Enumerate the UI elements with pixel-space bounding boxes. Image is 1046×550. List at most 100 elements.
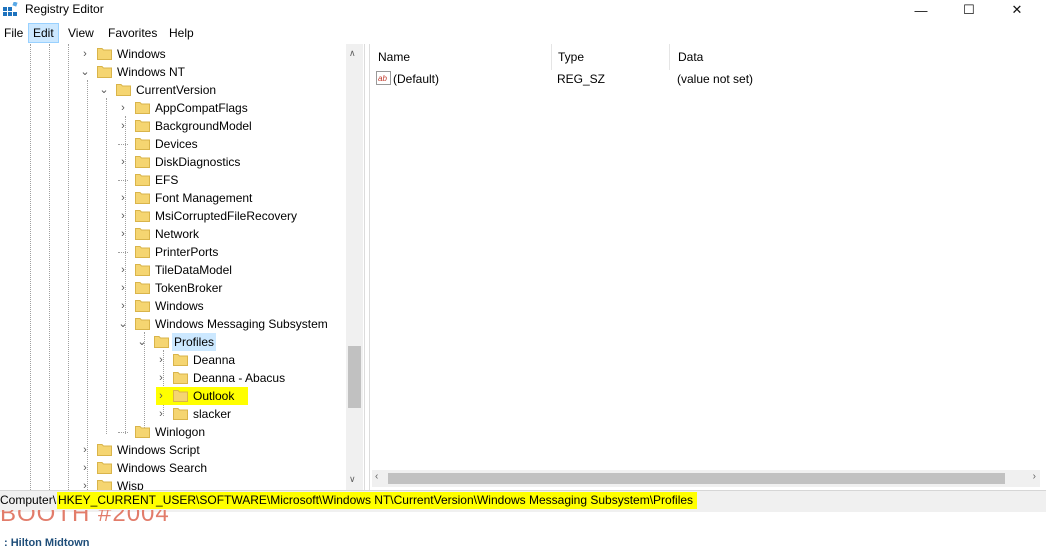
tree-item-label: Devices <box>155 137 198 151</box>
column-header-name[interactable]: Name <box>370 44 552 70</box>
tree-item[interactable]: › Windows <box>118 297 346 315</box>
scroll-up-icon[interactable]: ∧ <box>349 48 356 59</box>
expand-chevron-icon[interactable]: › <box>156 405 166 423</box>
tree-item[interactable]: › Network <box>118 225 346 243</box>
tree-item-label: CurrentVersion <box>136 83 217 97</box>
tree-item[interactable]: EFS <box>118 171 346 189</box>
folder-icon <box>135 120 150 132</box>
folder-icon <box>135 174 150 186</box>
tree-item[interactable]: ⌄ Profiles <box>137 333 346 351</box>
status-path: HKEY_CURRENT_USER\SOFTWARE\Microsoft\Win… <box>57 492 698 509</box>
menu-bar: File Edit View Favorites Help <box>0 23 1046 44</box>
tree-item-label: Outlook <box>191 387 237 405</box>
tree-item[interactable]: ⌄ Windows NT <box>80 63 346 81</box>
value-data: (value not set) <box>677 72 754 86</box>
value-row-default[interactable]: ab (Default) REG_SZ (value not set) <box>370 69 1046 89</box>
tree-item[interactable]: › BackgroundModel <box>118 117 346 135</box>
expand-chevron-icon[interactable]: › <box>118 297 128 315</box>
expand-chevron-icon[interactable]: › <box>118 189 128 207</box>
tree-item[interactable]: › Windows <box>80 45 346 63</box>
folder-icon <box>135 426 150 438</box>
tree-leaf-connector <box>118 432 128 433</box>
tree-item[interactable]: › AppCompatFlags <box>118 99 346 117</box>
status-path-prefix: Computer\ <box>0 493 57 507</box>
tree-item[interactable]: › Font Management <box>118 189 346 207</box>
menu-favorites[interactable]: Favorites <box>104 23 161 43</box>
folder-icon <box>173 372 188 384</box>
tree-item[interactable]: › slacker <box>156 405 346 423</box>
registry-editor-icon <box>3 2 18 16</box>
tree-item-label: Winlogon <box>155 425 206 439</box>
folder-icon <box>135 192 150 204</box>
close-button[interactable]: ✕ <box>994 0 1040 20</box>
expand-chevron-icon[interactable]: › <box>80 45 90 63</box>
tree-item[interactable]: › MsiCorruptedFileRecovery <box>118 207 346 225</box>
expand-chevron-icon[interactable]: › <box>156 369 166 387</box>
tree-item[interactable]: › Deanna <box>156 351 346 369</box>
tree-item[interactable]: › Windows Search <box>80 459 346 477</box>
scroll-left-icon[interactable]: ‹ <box>375 471 378 482</box>
column-header-type[interactable]: Type <box>550 44 670 70</box>
tree-item-label: Windows Messaging Subsystem <box>155 317 328 331</box>
list-scroll-thumb[interactable] <box>388 473 1005 484</box>
tree-item[interactable]: PrinterPorts <box>118 243 346 261</box>
values-list-pane[interactable]: Name Type Data <box>369 44 1046 490</box>
minimize-button[interactable]: — <box>898 0 944 20</box>
expand-chevron-icon[interactable]: › <box>118 225 128 243</box>
tree-item[interactable]: ⌄ Windows Messaging Subsystem <box>118 315 346 333</box>
tree-item-label: Font Management <box>155 191 253 205</box>
tree-item[interactable]: Winlogon <box>118 423 346 441</box>
tree-vertical-scrollbar[interactable]: ∧ ∨ <box>346 44 363 490</box>
tree-scroll-thumb[interactable] <box>348 346 361 408</box>
tree-item[interactable]: › Windows Script <box>80 441 346 459</box>
folder-icon <box>173 390 188 402</box>
expand-chevron-icon[interactable]: › <box>118 279 128 297</box>
column-header-data[interactable]: Data <box>670 44 1046 70</box>
expand-chevron-icon[interactable]: › <box>156 387 166 405</box>
tree-item[interactable]: › TokenBroker <box>118 279 346 297</box>
menu-view[interactable]: View <box>64 23 98 43</box>
tree-item[interactable]: › Deanna - Abacus <box>156 369 346 387</box>
tree-item[interactable]: › DiskDiagnostics <box>118 153 346 171</box>
tree-item-label: MsiCorruptedFileRecovery <box>155 209 298 223</box>
tree-item[interactable]: › Outlook <box>156 387 346 405</box>
collapse-chevron-icon[interactable]: ⌄ <box>137 333 147 351</box>
folder-icon <box>116 84 131 96</box>
tree-item-label: Profiles <box>172 333 217 351</box>
collapse-chevron-icon[interactable]: ⌄ <box>80 63 90 81</box>
collapse-chevron-icon[interactable]: ⌄ <box>118 315 128 333</box>
tree-item-label: Windows <box>155 299 204 313</box>
menu-file[interactable]: File <box>0 23 27 43</box>
expand-chevron-icon[interactable]: › <box>118 153 128 171</box>
folder-icon <box>135 156 150 168</box>
expand-chevron-icon[interactable]: › <box>156 351 166 369</box>
tree-item-label: PrinterPorts <box>155 245 219 259</box>
expand-chevron-icon[interactable]: › <box>118 261 128 279</box>
tree-item-label: EFS <box>155 173 179 187</box>
expand-chevron-icon[interactable]: › <box>80 441 90 459</box>
tree-item[interactable]: ⌄ CurrentVersion <box>99 81 346 99</box>
tree-item-label: TokenBroker <box>155 281 223 295</box>
menu-edit[interactable]: Edit <box>28 23 59 43</box>
folder-icon <box>97 444 112 456</box>
tree-item-label: Windows <box>117 47 166 61</box>
collapse-chevron-icon[interactable]: ⌄ <box>99 81 109 99</box>
scroll-down-icon[interactable]: ∨ <box>349 474 356 485</box>
svg-text:ab: ab <box>378 74 387 83</box>
tree-item[interactable]: Devices <box>118 135 346 153</box>
tree-item[interactable]: › TileDataModel <box>118 261 346 279</box>
background-venue-text: : Hilton Midtown <box>4 537 90 549</box>
maximize-button[interactable]: ☐ <box>946 0 992 20</box>
tree-item-label: Windows Search <box>117 461 208 475</box>
tree-item-label: slacker <box>193 407 232 421</box>
expand-chevron-icon[interactable]: › <box>118 99 128 117</box>
scroll-right-icon[interactable]: › <box>1033 471 1036 482</box>
expand-chevron-icon[interactable]: › <box>118 207 128 225</box>
menu-help[interactable]: Help <box>165 23 198 43</box>
folder-icon <box>154 336 169 348</box>
folder-icon <box>135 300 150 312</box>
expand-chevron-icon[interactable]: › <box>118 117 128 135</box>
expand-chevron-icon[interactable]: › <box>80 459 90 477</box>
value-name: (Default) <box>393 72 440 86</box>
tree-item-label: TileDataModel <box>155 263 232 277</box>
